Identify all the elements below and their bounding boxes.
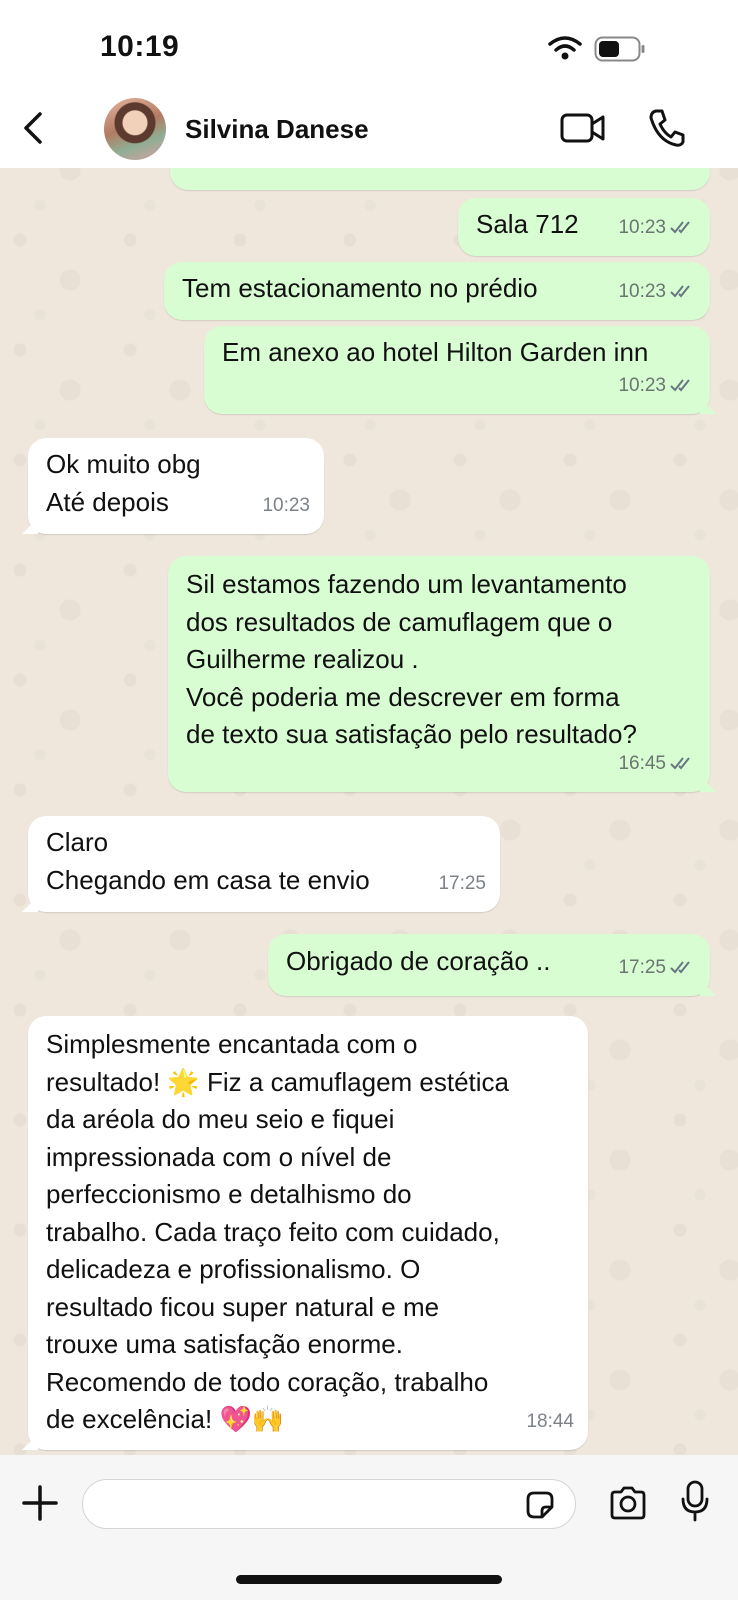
wifi-icon [548,36,582,60]
message-bubble-incoming[interactable]: Ok muito obg Até depois 10:23 [22,438,324,534]
video-call-icon[interactable] [560,110,606,146]
message-bubble-outgoing[interactable]: Sil estamos fazendo um levantamento dos … [168,556,716,792]
message-text: Sil estamos fazendo um levantamento dos … [186,569,637,749]
double-check-icon [670,757,690,770]
message-input[interactable] [82,1479,576,1529]
message-time: 10:23 [262,494,310,516]
double-check-icon [670,285,690,298]
message-bubble-incoming[interactable]: Simplesmente encantada com o resultado! … [22,1016,588,1450]
message-time: 16:45 [618,752,666,774]
message-time: 10:23 [618,374,666,396]
message-meta: 10:23 [262,487,310,525]
message-bubble-outgoing[interactable]: Tem estacionamento no prédio 10:23 [164,262,710,320]
microphone-icon[interactable] [680,1479,710,1523]
message-text: Simplesmente encantada com o resultado! … [46,1029,510,1434]
message-text: Obrigado de coração .. [286,946,551,976]
camera-icon[interactable] [608,1485,648,1521]
message-time: 18:44 [526,1410,574,1432]
message-bubble-outgoing[interactable]: Obrigado de coração .. 17:25 [268,934,716,996]
battery-icon [594,36,645,62]
message-meta: 18:44 [526,1403,574,1441]
message-text: Ok muito obg Até depois [46,449,201,517]
message-time: 17:25 [438,872,486,894]
message-bubble-outgoing[interactable]: Em anexo ao hotel Hilton Garden inn 10:2… [204,326,716,414]
home-indicator [236,1575,502,1584]
message-bubble-incoming[interactable]: Claro Chegando em casa te envio 17:25 [22,816,500,912]
sticker-icon[interactable] [524,1489,556,1521]
message-composer [0,1455,738,1600]
message-text: Sala 712 [476,209,579,239]
message-bubble-outgoing[interactable]: Sala 712 10:23 [458,198,710,256]
message-meta: 10:23 [618,367,696,405]
contact-avatar[interactable] [104,98,166,160]
message-meta: 10:23 [618,273,696,311]
back-chevron-icon[interactable] [18,110,50,146]
message-meta: 17:25 [438,865,486,903]
double-check-icon [670,961,690,974]
contact-name[interactable]: Silvina Danese [185,114,369,145]
message-meta: 10:23 [618,209,696,247]
message-text: Tem estacionamento no prédio [182,273,538,303]
status-bar: 10:19 [0,0,738,88]
message-time: 10:23 [618,280,666,302]
message-meta: 16:45 [618,745,696,783]
message-meta: 17:25 [618,949,696,987]
voice-call-icon[interactable] [648,108,686,148]
double-check-icon [670,221,690,234]
message-text: Claro Chegando em casa te envio [46,827,370,895]
double-check-icon [670,379,690,392]
status-time: 10:19 [100,30,180,63]
message-time: 17:25 [618,956,666,978]
plus-icon[interactable] [20,1483,60,1523]
message-time: 10:23 [618,216,666,238]
message-text: Em anexo ao hotel Hilton Garden inn [222,337,649,367]
chat-header: Silvina Danese [0,88,738,168]
